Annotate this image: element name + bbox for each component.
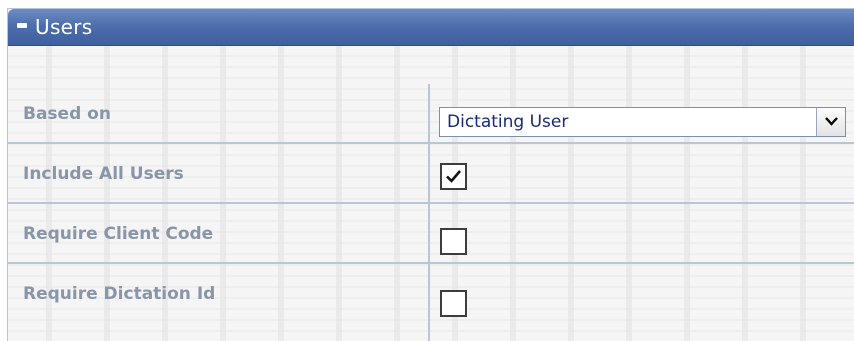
row-require-dictation-id: Require Dictation Id [8,264,854,324]
checkmark-icon [446,170,461,183]
require-dictation-id-label: Require Dictation Id [23,284,216,304]
include-all-users-checkbox[interactable] [440,163,467,190]
include-all-users-label: Include All Users [23,164,184,184]
dropdown-button[interactable] [816,108,845,136]
based-on-select[interactable]: Dictating User [439,107,846,137]
settings-grid: Based on Dictating User Include All User… [8,84,854,324]
require-client-code-checkbox[interactable] [440,228,467,255]
based-on-label: Based on [23,104,111,124]
panel-header[interactable]: Users [8,9,854,46]
based-on-selected-value: Dictating User [447,112,569,132]
row-require-client-code: Require Client Code [8,204,854,264]
row-include-all-users: Include All Users [8,144,854,204]
require-dictation-id-checkbox[interactable] [440,290,467,317]
chevron-down-icon [825,117,838,126]
require-client-code-label: Require Client Code [23,224,214,244]
minus-icon[interactable] [17,23,27,28]
panel-title: Users [35,15,93,39]
row-based-on: Based on Dictating User [8,84,854,144]
